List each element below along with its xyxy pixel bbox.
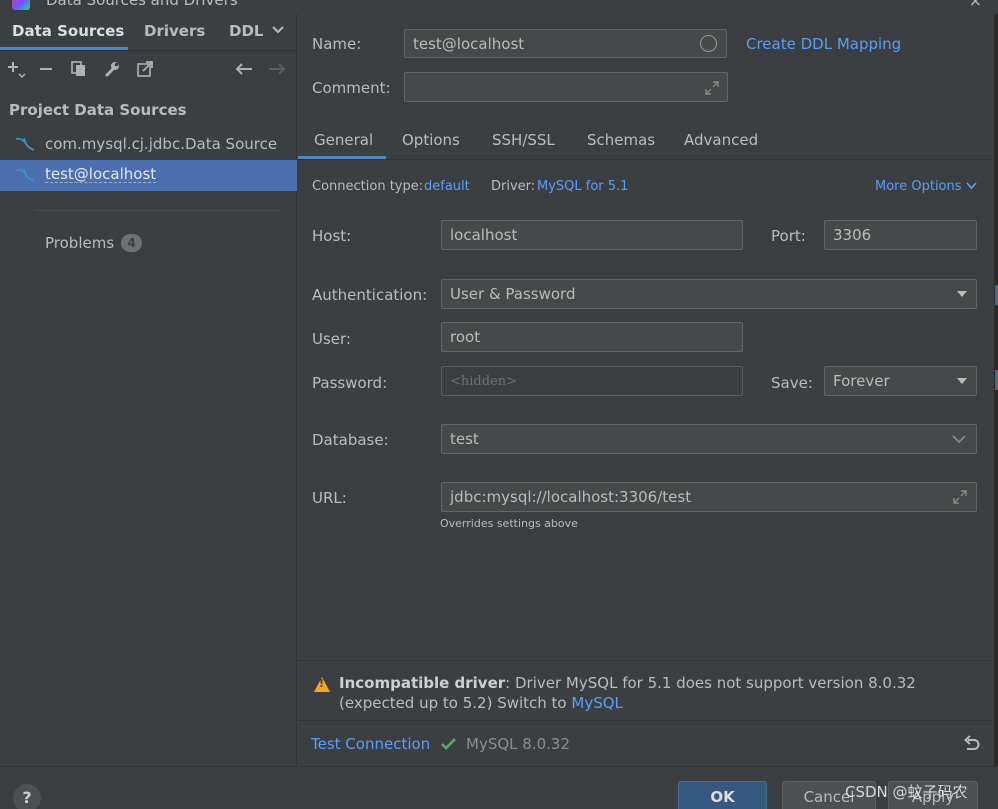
user-field[interactable]: root <box>441 322 743 352</box>
comment-label: Comment: <box>312 79 391 97</box>
divider <box>34 210 280 211</box>
test-connection-row: Test Connection MySQL 8.0.32 <box>298 720 998 766</box>
password-label: Password: <box>312 374 388 392</box>
close-icon[interactable]: × <box>969 0 982 10</box>
tab-ddl[interactable]: DDL <box>229 22 263 50</box>
url-label: URL: <box>312 489 347 507</box>
add-icon[interactable] <box>4 56 28 82</box>
left-panel: Data Sources Drivers DDL Project Data So… <box>0 14 297 766</box>
datasource-label: test@localhost <box>45 165 157 183</box>
dropdown-arrow-icon <box>957 291 967 297</box>
host-field[interactable]: localhost <box>441 220 743 250</box>
password-field[interactable]: <hidden> <box>441 366 743 396</box>
checkmark-icon <box>441 738 456 750</box>
window-title: Data Sources and Drivers <box>46 0 238 9</box>
help-button[interactable]: ? <box>13 784 41 809</box>
user-label: User: <box>312 330 351 348</box>
settings-tabs: General Options SSH/SSL Schemas Advanced <box>298 122 998 160</box>
watermark: CSDN @蚊子码农 <box>845 783 968 801</box>
forward-arrow-icon[interactable] <box>265 56 289 82</box>
right-panel: Name: test@localhost Create DDL Mapping … <box>298 14 998 766</box>
more-options-label: More Options <box>875 179 962 194</box>
warning-mark: ! <box>319 677 325 690</box>
url-field[interactable]: jdbc:mysql://localhost:3306/test <box>441 482 977 512</box>
port-label: Port: <box>771 227 806 245</box>
remove-icon[interactable] <box>34 56 58 82</box>
duplicate-icon[interactable] <box>67 56 91 82</box>
driver-link[interactable]: MySQL for 5.1 <box>537 179 628 194</box>
left-tabs: Data Sources Drivers DDL <box>0 22 297 50</box>
connection-type-link[interactable]: default <box>424 179 470 194</box>
warning-title: Incompatible driver <box>339 674 506 692</box>
test-connection-link[interactable]: Test Connection <box>311 735 430 753</box>
warning-message: Incompatible driver: Driver MySQL for 5.… <box>339 673 979 713</box>
create-ddl-mapping-link[interactable]: Create DDL Mapping <box>746 35 901 53</box>
authentication-select[interactable]: User & Password <box>441 279 977 309</box>
expand-icon[interactable] <box>952 489 968 505</box>
section-title: Project Data Sources <box>9 101 187 119</box>
active-tab-indicator <box>298 156 386 159</box>
wrench-icon[interactable] <box>100 56 124 82</box>
dropdown-arrow-icon <box>957 378 967 384</box>
host-label: Host: <box>312 227 352 245</box>
chevron-down-icon[interactable] <box>271 25 285 35</box>
back-arrow-icon[interactable] <box>232 56 256 82</box>
window-titlebar: Data Sources and Drivers × <box>0 0 998 14</box>
expand-icon[interactable] <box>704 80 720 96</box>
mysql-dolphin-icon <box>15 137 35 151</box>
switch-driver-link[interactable]: MySQL <box>571 694 623 712</box>
mysql-dolphin-icon <box>15 168 35 182</box>
tab-drivers[interactable]: Drivers <box>144 22 205 50</box>
chevron-down-icon <box>966 182 977 190</box>
datasource-item-selected[interactable]: test@localhost <box>0 160 297 191</box>
name-field[interactable]: test@localhost <box>404 29 727 58</box>
tab-advanced[interactable]: Advanced <box>684 131 758 149</box>
authentication-label: Authentication: <box>312 286 428 304</box>
dialog-button-bar: ? OK Cancel Apply CSDN @蚊子码农 <box>0 766 998 809</box>
jump-to-icon[interactable] <box>133 56 157 82</box>
tab-general[interactable]: General <box>314 131 373 149</box>
test-result-text: MySQL 8.0.32 <box>466 735 570 753</box>
warning-panel: ! Incompatible driver: Driver MySQL for … <box>298 660 998 720</box>
more-options-link[interactable]: More Options <box>875 179 977 194</box>
url-hint: Overrides settings above <box>440 517 578 530</box>
problems-count-badge: 4 <box>121 234 142 252</box>
database-label: Database: <box>312 431 389 449</box>
ok-button[interactable]: OK <box>678 781 767 809</box>
app-logo-icon <box>12 0 30 10</box>
problems-link[interactable]: Problems <box>45 234 114 252</box>
port-field[interactable]: 3306 <box>824 220 977 250</box>
name-label: Name: <box>312 35 362 53</box>
save-label: Save: <box>771 374 813 392</box>
divider <box>0 50 297 51</box>
left-toolbar <box>0 56 297 84</box>
revert-icon[interactable] <box>962 735 980 753</box>
connection-type-label: Connection type: <box>312 179 424 194</box>
right-edge <box>994 14 998 766</box>
tab-options[interactable]: Options <box>402 131 460 149</box>
tab-ssh-ssl[interactable]: SSH/SSL <box>492 131 555 149</box>
color-circle-icon[interactable] <box>700 35 717 52</box>
save-select[interactable]: Forever <box>824 366 977 396</box>
chevron-down-icon[interactable] <box>952 435 966 444</box>
datasource-item[interactable]: com.mysql.cj.jdbc.Data Source <box>0 129 297 160</box>
datasource-label: com.mysql.cj.jdbc.Data Source <box>45 135 278 153</box>
tab-schemas[interactable]: Schemas <box>587 131 655 149</box>
driver-label: Driver: <box>491 179 536 194</box>
comment-field[interactable] <box>404 72 728 102</box>
tab-data-sources[interactable]: Data Sources <box>12 22 124 50</box>
database-field[interactable]: test <box>441 424 977 454</box>
